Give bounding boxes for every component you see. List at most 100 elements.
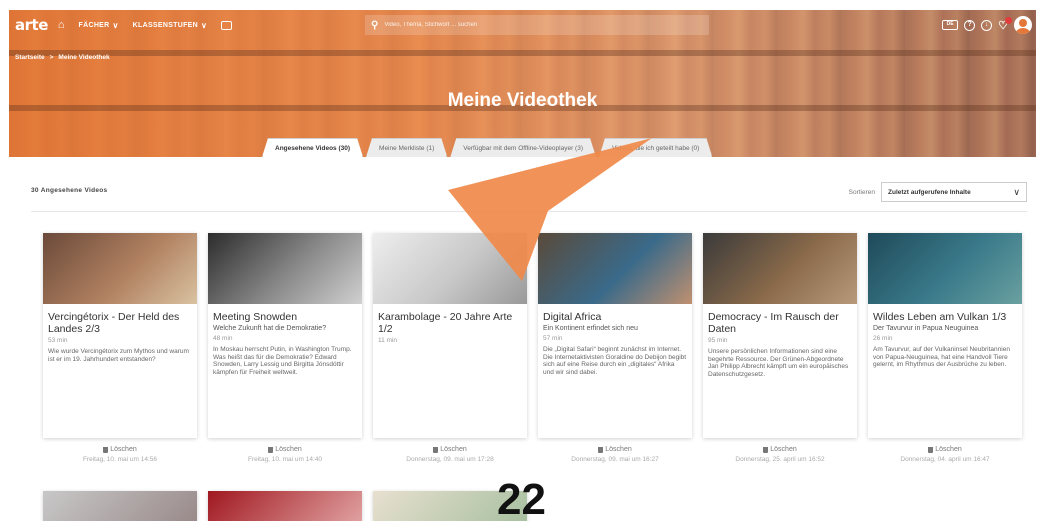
watched-date: Donnerstag, 09. mai um 17:28 (406, 456, 494, 463)
sort-dropdown-value: Zuletzt aufgerufene Inhalte (888, 188, 971, 196)
home-icon[interactable]: ⌂ (58, 19, 65, 31)
card-actions: Löschen Donnerstag, 25. april um 16:52 (703, 446, 857, 463)
video-thumbnail[interactable] (43, 491, 197, 521)
video-card[interactable]: Digital Africa Ein Kontinent erfindet si… (538, 233, 692, 438)
video-title[interactable]: Karambolage - 20 Jahre Arte 1/2 (378, 311, 522, 335)
delete-label: Löschen (605, 446, 632, 453)
video-card[interactable]: Wildes Leben am Vulkan 1/3 Der Tavurvur … (868, 233, 1022, 438)
video-description: Wie wurde Vercingétorix zum Mythos und w… (48, 348, 189, 363)
download-icon[interactable]: ↓ (981, 19, 993, 31)
hero-banner: arte ⌂ FÄCHER ∨ KLASSENSTUFEN ∨ ⚲ DE ? ↓… (9, 10, 1036, 157)
video-subtitle: Welche Zukunft hat die Demokratie? (213, 325, 327, 332)
video-card[interactable] (208, 491, 362, 521)
sort-label: Sortieren (848, 188, 875, 196)
video-duration: 53 min (48, 337, 68, 344)
video-card[interactable]: Karambolage - 20 Jahre Arte 1/2 11 min (373, 233, 527, 438)
notification-bell-icon[interactable]: ♡ (998, 16, 1012, 32)
card-actions: Löschen Donnerstag, 04. april um 16:47 (868, 446, 1022, 463)
language-badge[interactable]: DE (942, 20, 959, 30)
notification-dot (1005, 16, 1012, 24)
tab-merkliste[interactable]: Meine Merkliste (1) (366, 138, 447, 157)
user-avatar-icon[interactable] (1014, 16, 1032, 34)
video-card[interactable] (43, 491, 197, 521)
arte-logo[interactable]: arte (15, 16, 48, 34)
search-input[interactable] (384, 22, 685, 28)
video-thumbnail[interactable] (208, 233, 362, 304)
video-card[interactable]: Vercingétorix - Der Held des Landes 2/3 … (43, 233, 197, 438)
tab-geteilte-videos[interactable]: Videos, die ich geteilt habe (0) (599, 138, 712, 157)
delete-label: Löschen (275, 446, 302, 453)
tab-angesehene-videos[interactable]: Angesehene Videos (30) (262, 138, 363, 157)
trash-icon (433, 446, 439, 453)
delete-button[interactable]: Löschen (208, 446, 362, 453)
card-actions: Löschen Donnerstag, 09. mai um 16:27 (538, 446, 692, 463)
video-subtitle: Ein Kontinent erfindet sich neu (543, 325, 638, 332)
search-bar[interactable]: ⚲ (365, 15, 709, 35)
video-card-body: Wildes Leben am Vulkan 1/3 Der Tavurvur … (868, 304, 1022, 376)
media-icon[interactable] (221, 20, 233, 30)
breadcrumb-current: Meine Videothek (58, 54, 110, 61)
breadcrumb-separator: > (49, 54, 54, 61)
video-card-body: Karambolage - 20 Jahre Arte 1/2 11 min (373, 304, 527, 355)
delete-label: Löschen (110, 446, 137, 453)
delete-button[interactable]: Löschen (538, 446, 692, 453)
trash-icon (598, 446, 604, 453)
video-duration: 26 min (873, 335, 893, 342)
video-thumbnail[interactable] (868, 233, 1022, 304)
sort-control: Sortieren Zuletzt aufgerufene Inhalte ∨ (849, 182, 1027, 202)
nav-faecher[interactable]: FÄCHER ∨ (79, 21, 119, 30)
delete-button[interactable]: Löschen (703, 446, 857, 453)
video-card-grid: Vercingétorix - Der Held des Landes 2/3 … (43, 233, 1022, 438)
delete-label: Löschen (440, 446, 467, 453)
video-card-body: Democracy - Im Rausch der Daten 95 min U… (703, 304, 857, 385)
video-duration: 95 min (708, 337, 728, 344)
card-actions: Löschen Freitag, 10. mai um 14:56 (43, 446, 197, 463)
divider (31, 211, 1027, 212)
nav-klassenstufen-label: KLASSENSTUFEN (132, 21, 199, 29)
card-actions-row: Löschen Freitag, 10. mai um 14:56 Lösche… (43, 446, 1022, 463)
breadcrumb: Startseite > Meine Videothek (15, 54, 110, 61)
video-title[interactable]: Meeting Snowden (213, 311, 357, 323)
video-card-grid-row2 (43, 491, 527, 521)
video-card-body: Digital Africa Ein Kontinent erfindet si… (538, 304, 692, 383)
video-duration: 57 min (543, 335, 563, 342)
video-title[interactable]: Vercingétorix - Der Held des Landes 2/3 (48, 311, 192, 335)
card-actions: Löschen Freitag, 10. mai um 14:40 (208, 446, 362, 463)
delete-button[interactable]: Löschen (373, 446, 527, 453)
video-duration: 11 min (378, 337, 398, 344)
watched-date: Donnerstag, 04. april um 16:47 (900, 456, 990, 463)
delete-label: Löschen (770, 446, 797, 453)
nav-faecher-label: FÄCHER (78, 21, 110, 29)
video-count-label: 30 Angesehene Videos (31, 187, 108, 194)
trash-icon (928, 446, 934, 453)
trash-icon (103, 446, 109, 453)
video-title[interactable]: Digital Africa (543, 311, 687, 323)
tab-offline-videoplayer[interactable]: Verfügbar mit dem Offline-Videoplayer (3… (450, 138, 596, 157)
search-icon[interactable]: ⚲ (371, 20, 378, 31)
help-icon[interactable]: ? (964, 19, 976, 31)
video-card[interactable]: Democracy - Im Rausch der Daten 95 min U… (703, 233, 857, 438)
video-title[interactable]: Democracy - Im Rausch der Daten (708, 311, 852, 335)
shelf-line (9, 50, 1036, 56)
video-thumbnail[interactable] (373, 233, 527, 304)
breadcrumb-home[interactable]: Startseite (15, 54, 45, 61)
delete-button[interactable]: Löschen (868, 446, 1022, 453)
video-card[interactable]: Meeting Snowden Welche Zukunft hat die D… (208, 233, 362, 438)
video-description: Unsere persönlichen Informationen sind e… (708, 348, 849, 378)
page-title: Meine Videothek (447, 90, 598, 111)
nav-klassenstufen[interactable]: KLASSENSTUFEN ∨ (133, 21, 208, 30)
watched-date: Freitag, 10. mai um 14:56 (82, 456, 158, 463)
video-title[interactable]: Wildes Leben am Vulkan 1/3 (873, 311, 1017, 323)
annotation-number: 22 (497, 475, 546, 521)
chevron-down-icon: ∨ (201, 20, 208, 30)
watched-date: Donnerstag, 09. mai um 16:27 (571, 456, 659, 463)
video-thumbnail[interactable] (538, 233, 692, 304)
tab-bar: Angesehene Videos (30) Meine Merkliste (… (262, 138, 712, 157)
video-description: Die „Digital Safari“ beginnt zunächst im… (543, 346, 687, 376)
video-thumbnail[interactable] (703, 233, 857, 304)
delete-button[interactable]: Löschen (43, 446, 197, 453)
video-list-panel: 30 Angesehene Videos Sortieren Zuletzt a… (9, 157, 1036, 521)
video-thumbnail[interactable] (208, 491, 362, 521)
video-thumbnail[interactable] (43, 233, 197, 304)
sort-dropdown[interactable]: Zuletzt aufgerufene Inhalte ∨ (881, 182, 1027, 202)
